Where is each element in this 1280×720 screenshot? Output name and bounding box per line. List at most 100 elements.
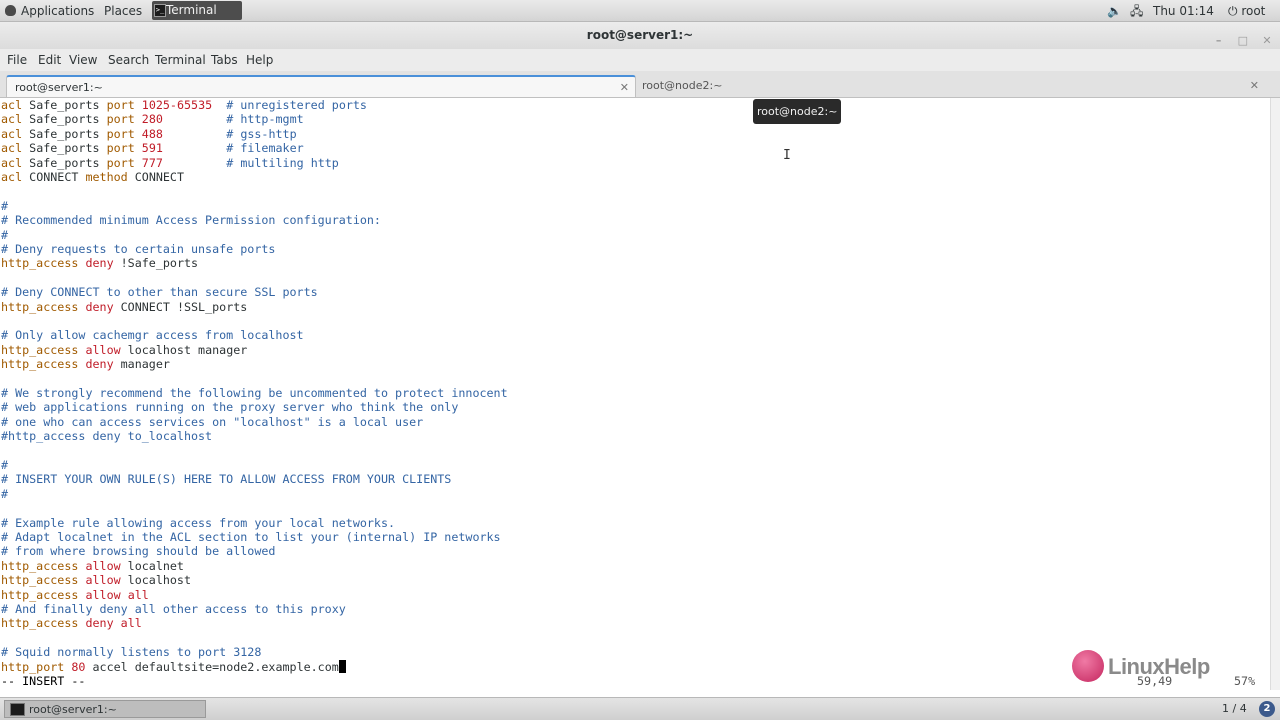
user-label: root	[1241, 4, 1266, 18]
maximize-button[interactable]: □	[1234, 33, 1252, 49]
clock[interactable]: Thu 01:14	[1153, 0, 1214, 22]
volume-icon[interactable]: 🔈	[1107, 0, 1122, 22]
terminal-line: http_access allow localnet	[1, 559, 184, 573]
code-token: Safe_ports	[22, 141, 107, 156]
terminal-line: # Adapt localnet in the ACL section to l…	[1, 530, 501, 544]
code-token: !Safe_ports	[113, 256, 199, 271]
file-percent: 57%	[1234, 674, 1256, 688]
code-token: # multiling http	[226, 155, 339, 170]
terminal-line: http_access deny CONNECT !SSL_ports	[1, 300, 247, 314]
code-token: http_port	[1, 659, 65, 674]
menu-help[interactable]: Help	[246, 49, 273, 71]
code-token: port	[106, 98, 135, 112]
code-token: #	[1, 486, 9, 501]
code-token: port	[106, 141, 135, 156]
notification-badge[interactable]: 2	[1259, 701, 1275, 717]
terminal-line: #	[1, 487, 8, 501]
code-token: 591	[141, 141, 163, 156]
text-cursor-icon: I	[783, 148, 791, 163]
menu-view[interactable]: View	[69, 49, 97, 71]
menu-file[interactable]: File	[7, 49, 27, 71]
minimize-button[interactable]: –	[1210, 33, 1228, 49]
tab-node2[interactable]: root@node2:~ ✕	[640, 75, 1265, 97]
terminal-line: # Example rule allowing access from your…	[1, 516, 395, 530]
code-token: # one who can access services on "localh…	[1, 414, 424, 429]
code-token: # Example rule allowing access from your…	[1, 515, 396, 530]
terminal-content[interactable]: acl Safe_ports port 1025-65535 # unregis…	[0, 98, 1270, 690]
terminal-line: # And finally deny all other access to t…	[1, 602, 346, 616]
code-token: allow	[85, 342, 121, 357]
code-token: acl	[1, 112, 23, 127]
code-token: # Only allow cachemgr access from localh…	[1, 328, 304, 343]
code-token: localnet	[120, 558, 184, 573]
tab-close-icon[interactable]: ✕	[1250, 75, 1259, 97]
code-token: # gss-http	[226, 126, 297, 141]
vim-mode-indicator: -- INSERT --	[1, 674, 86, 688]
applications-menu[interactable]: Applications	[4, 0, 94, 22]
code-token: manager	[113, 357, 170, 372]
code-token: 280	[141, 112, 163, 127]
terminal-icon	[10, 703, 25, 716]
code-token: acl	[1, 98, 23, 112]
code-token: # Squid normally listens to port 3128	[1, 645, 262, 660]
terminal-line: # one who can access services on "localh…	[1, 415, 423, 429]
code-token: 777	[141, 155, 163, 170]
code-token: allow	[85, 558, 121, 573]
code-token: Safe_ports	[22, 112, 107, 127]
menu-tabs[interactable]: Tabs	[211, 49, 238, 71]
code-token: method	[85, 170, 128, 184]
text-cursor	[338, 659, 346, 673]
menu-terminal[interactable]: Terminal	[155, 49, 206, 71]
code-token: # Deny requests to certain unsafe ports	[1, 242, 276, 256]
tab-server1[interactable]: root@server1:~ ✕	[6, 75, 636, 97]
close-button[interactable]: ✕	[1258, 33, 1276, 49]
code-token: # We strongly recommend the following be…	[1, 386, 508, 400]
tab-bar: root@server1:~ ✕ root@node2:~ ✕	[0, 71, 1280, 98]
code-token: 80	[71, 659, 86, 674]
terminal-line: # Only allow cachemgr access from localh…	[1, 328, 304, 342]
code-token: deny	[85, 256, 114, 271]
window-titlebar[interactable]: root@server1:~ – □ ✕	[0, 22, 1280, 49]
terminal-line: # web applications running on the proxy …	[1, 400, 458, 414]
terminal-scrollbar[interactable]	[1270, 98, 1280, 690]
menu-bar: File Edit View Search Terminal Tabs Help	[0, 49, 1280, 71]
code-token: http_access	[1, 342, 79, 357]
gnome-foot-icon	[5, 5, 16, 16]
terminal-line: acl Safe_ports port 488 # gss-http	[1, 127, 297, 141]
user-menu[interactable]: ⏻ root	[1228, 0, 1265, 22]
taskbar-window-item[interactable]: root@server1:~	[4, 700, 206, 718]
terminal-line: #http_access deny to_localhost	[1, 429, 212, 443]
terminal-line: acl Safe_ports port 280 # http-mgmt	[1, 112, 304, 126]
power-icon: ⏻	[1228, 4, 1238, 18]
terminal-line: acl CONNECT method CONNECT	[1, 170, 184, 184]
code-token: http_access	[1, 256, 79, 271]
code-token: #	[1, 198, 9, 213]
places-menu[interactable]: Places	[104, 0, 142, 22]
top-panel: Applications Places >_ Terminal 🔈 🖧 Thu …	[0, 0, 1280, 22]
workspace-indicator[interactable]: 1 / 4	[1222, 698, 1247, 720]
terminal-line: # Deny requests to certain unsafe ports	[1, 242, 275, 256]
terminal-line: http_access deny !Safe_ports	[1, 256, 198, 270]
tab-close-icon[interactable]: ✕	[620, 77, 629, 99]
code-token: CONNECT	[22, 170, 86, 184]
menu-search[interactable]: Search	[108, 49, 149, 71]
terminal-taskitem[interactable]: >_ Terminal	[152, 1, 242, 20]
tab-label: root@node2:~	[642, 79, 723, 92]
code-token: # filemaker	[226, 141, 304, 156]
applications-label: Applications	[21, 4, 95, 18]
network-icon[interactable]: 🖧	[1130, 0, 1143, 22]
code-token: acl	[1, 126, 23, 141]
terminal-line: # Recommended minimum Access Permission …	[1, 213, 381, 227]
code-token: acl	[1, 155, 23, 170]
code-token: #	[1, 458, 9, 472]
menu-edit[interactable]: Edit	[38, 49, 61, 71]
code-token: Safe_ports	[22, 98, 107, 112]
code-token: # unregistered ports	[226, 98, 367, 112]
